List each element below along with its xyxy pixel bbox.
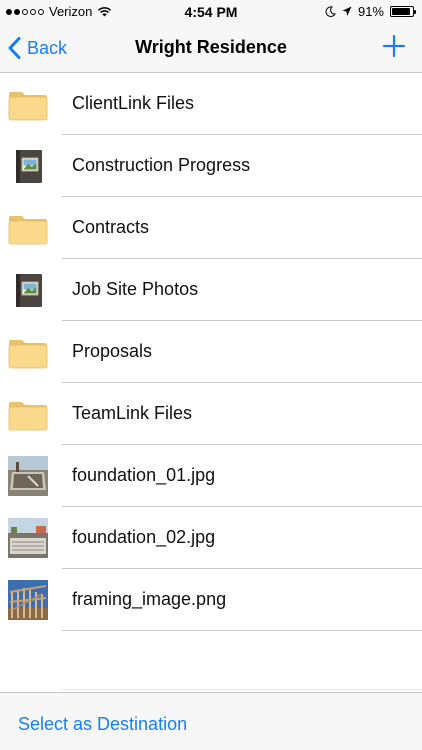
file-name: foundation_01.jpg: [72, 465, 216, 485]
screen: Verizon 4:54 PM 91% Back Wright Residenc…: [0, 0, 422, 750]
file-row[interactable]: ClientLink Files: [0, 73, 422, 135]
battery-fill: [392, 8, 410, 15]
image-thumbnail: [8, 456, 48, 496]
moon-icon: [325, 6, 336, 17]
image-thumbnail: [8, 580, 48, 620]
file-name: ClientLink Files: [72, 93, 195, 113]
bottom-toolbar: Select as Destination: [0, 692, 422, 750]
file-row[interactable]: foundation_02.jpg: [0, 507, 422, 569]
file-row[interactable]: framing_image.png: [0, 569, 422, 631]
file-row[interactable]: foundation_01.jpg: [0, 445, 422, 507]
file-name: foundation_02.jpg: [72, 527, 216, 547]
battery-icon: [390, 6, 416, 17]
file-name: Proposals: [72, 341, 153, 361]
photo-album-icon: [8, 270, 48, 310]
file-row[interactable]: Proposals: [0, 321, 422, 383]
location-arrow-icon: [342, 6, 352, 16]
file-row[interactable]: TeamLink Files: [0, 383, 422, 445]
page-title: Wright Residence: [135, 37, 287, 57]
row-separator: [62, 630, 422, 631]
battery-percent: 91%: [357, 4, 384, 19]
status-right: 91%: [325, 4, 416, 19]
file-name: Job Site Photos: [72, 279, 199, 299]
file-name: framing_image.png: [72, 589, 227, 609]
list-end-divider: [62, 689, 422, 690]
photo-album-icon: [8, 146, 48, 186]
folder-icon: [8, 84, 48, 124]
file-row[interactable]: Construction Progress: [0, 135, 422, 197]
file-list: ClientLink Files Construction Progress Con…: [0, 73, 422, 631]
folder-icon: [8, 332, 48, 372]
folder-icon: [8, 394, 48, 434]
plus-icon: [382, 34, 406, 58]
select-as-destination-button[interactable]: Select as Destination: [18, 714, 187, 735]
image-thumbnail: [8, 518, 48, 558]
file-name: TeamLink Files: [72, 403, 193, 423]
folder-icon: [8, 208, 48, 248]
file-row[interactable]: Contracts: [0, 197, 422, 259]
add-button[interactable]: [382, 34, 406, 58]
file-row[interactable]: Job Site Photos: [0, 259, 422, 321]
navigation-bar: Back Wright Residence: [0, 24, 422, 73]
status-bar: Verizon 4:54 PM 91%: [0, 0, 422, 24]
file-name: Construction Progress: [72, 155, 251, 175]
file-name: Contracts: [72, 217, 150, 237]
